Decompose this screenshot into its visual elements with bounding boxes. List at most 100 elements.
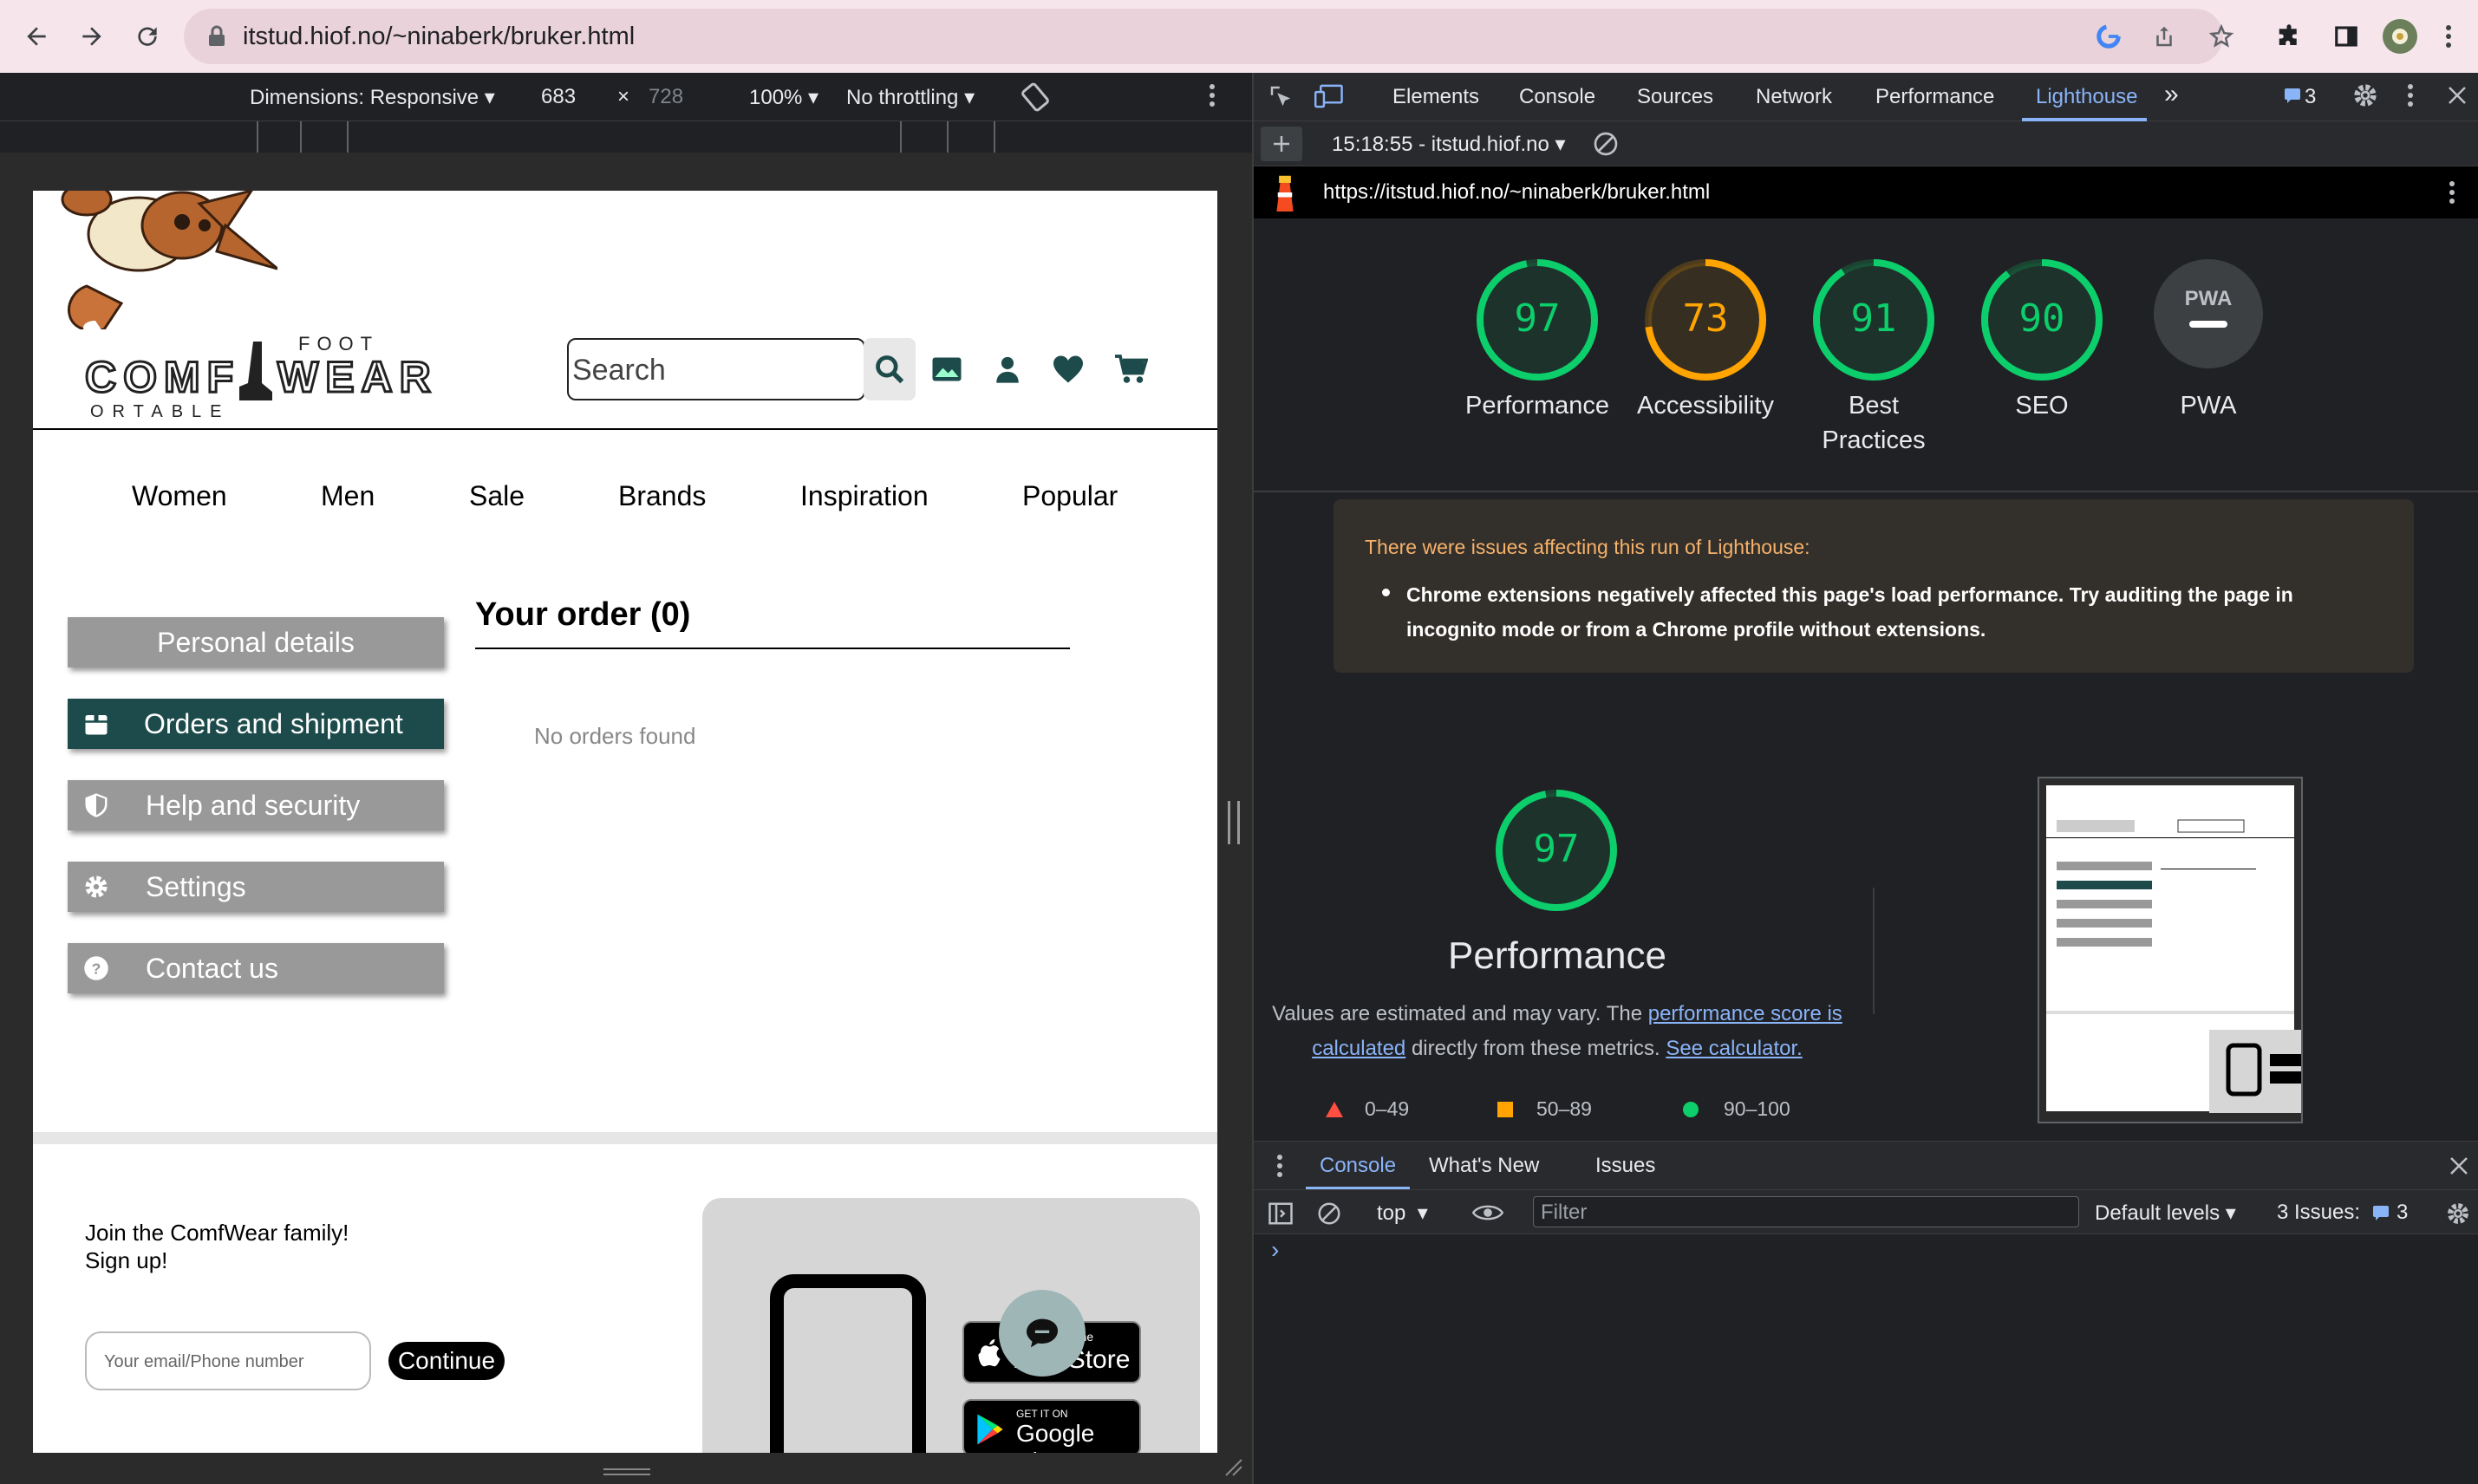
tab-lighthouse[interactable]: Lighthouse xyxy=(2036,85,2137,109)
reload-icon[interactable] xyxy=(127,16,168,57)
comfwear-logo: FOOT COMF WEAR ORTABLE xyxy=(83,326,484,439)
search-input[interactable]: Search xyxy=(567,338,865,400)
score-gauge-pwa[interactable]: PWA xyxy=(2143,255,2273,385)
heart-icon[interactable] xyxy=(1049,350,1087,388)
join-line-1: Join the ComfWear family! xyxy=(85,1220,349,1246)
console-prompt[interactable]: › xyxy=(1271,1236,1279,1264)
tab-performance[interactable]: Performance xyxy=(1875,85,1994,109)
sidebar-orders-shipment[interactable]: Orders and shipment xyxy=(68,699,444,749)
logo-ortable: ORTABLE xyxy=(90,402,231,421)
tab-elements[interactable]: Elements xyxy=(1392,85,1479,109)
gallery-icon[interactable] xyxy=(928,350,966,388)
throttling-select[interactable]: No throttling ▾ xyxy=(846,85,975,110)
see-calculator-link[interactable]: See calculator. xyxy=(1666,1037,1802,1060)
email-input[interactable]: Your email/Phone number xyxy=(85,1331,371,1390)
device-more-icon[interactable] xyxy=(1209,83,1216,107)
settings-icon[interactable] xyxy=(2351,81,2379,109)
share-icon[interactable] xyxy=(2143,16,2185,57)
bookmark-star-icon[interactable] xyxy=(2201,16,2242,57)
sidebar-contact-us[interactable]: ? Contact us xyxy=(68,943,444,993)
shield-icon xyxy=(85,793,108,817)
score-gauge-best-practices[interactable]: 91 xyxy=(1809,255,1939,385)
clear-reports-icon[interactable] xyxy=(1592,130,1620,158)
tab-network[interactable]: Network xyxy=(1756,85,1832,109)
width-input[interactable]: 683 xyxy=(541,85,576,109)
cart-icon[interactable] xyxy=(1112,350,1150,388)
site-info-icon[interactable] xyxy=(206,25,227,48)
sidebar-item-label: Help and security xyxy=(146,789,361,821)
sidebar-help-security[interactable]: Help and security xyxy=(68,780,444,830)
issues-counter-label[interactable]: 3 Issues: xyxy=(2277,1201,2360,1225)
forward-icon[interactable] xyxy=(71,16,113,57)
zoom-select[interactable]: 100% ▾ xyxy=(749,85,818,110)
nav-popular[interactable]: Popular xyxy=(1022,480,1118,512)
tab-sources[interactable]: Sources xyxy=(1637,85,1713,109)
rotate-icon[interactable] xyxy=(1020,81,1051,113)
report-url: https://itstud.hiof.no/~ninaberk/bruker.… xyxy=(1323,180,1711,204)
corner-resize-icon[interactable] xyxy=(1223,1456,1243,1477)
sidebar-toggle-icon[interactable] xyxy=(1268,1201,1294,1227)
log-levels-select[interactable]: Default levels ▾ xyxy=(2095,1201,2236,1226)
more-tabs-button[interactable]: » xyxy=(2164,80,2179,109)
report-menu-icon[interactable] xyxy=(2449,180,2455,205)
nav-sale[interactable]: Sale xyxy=(469,480,525,512)
svg-text:?: ? xyxy=(92,960,101,977)
phone-illustration xyxy=(770,1274,926,1453)
nav-brands[interactable]: Brands xyxy=(618,480,706,512)
extensions-icon[interactable] xyxy=(2268,16,2310,57)
gauge-performance-main-ring: 97 xyxy=(1496,790,1617,911)
logo-wear: WEAR xyxy=(277,352,438,403)
chat-button[interactable] xyxy=(999,1290,1086,1377)
report-select[interactable]: 15:18:55 - itstud.hiof.no ▾ xyxy=(1332,132,1566,157)
page-screenshot-thumbnail[interactable] xyxy=(2038,777,2303,1123)
drawer-tab-console[interactable]: Console xyxy=(1320,1154,1396,1178)
close-devtools-icon[interactable] xyxy=(2447,85,2468,106)
user-icon[interactable] xyxy=(988,350,1027,388)
devtools-menu-icon[interactable] xyxy=(2407,83,2414,107)
google-play-badge[interactable]: GET IT ON Google Play xyxy=(962,1399,1141,1453)
continue-button[interactable]: Continue xyxy=(388,1342,505,1380)
drawer-tab-whats-new[interactable]: What's New xyxy=(1429,1154,1539,1178)
lighthouse-url-bar: https://itstud.hiof.no/~ninaberk/bruker.… xyxy=(1254,166,2478,218)
browser-toolbar: itstud.hiof.no/~ninaberk/bruker.html xyxy=(0,0,2478,73)
tab-console[interactable]: Console xyxy=(1519,85,1595,109)
nav-men[interactable]: Men xyxy=(321,480,375,512)
nav-inspiration[interactable]: Inspiration xyxy=(800,480,929,512)
menu-icon[interactable] xyxy=(2428,16,2469,57)
live-expression-eye-icon[interactable] xyxy=(1472,1202,1503,1223)
viewport-resize-grip[interactable] xyxy=(1228,801,1240,844)
issues-counter-value[interactable]: 3 xyxy=(2396,1201,2408,1225)
issues-badge-count[interactable]: 3 xyxy=(2305,85,2316,109)
address-bar[interactable]: itstud.hiof.no/~ninaberk/bruker.html xyxy=(184,9,2223,64)
sidebar-settings[interactable]: Settings xyxy=(68,862,444,912)
clear-console-icon[interactable] xyxy=(1316,1201,1342,1227)
score-gauge-seo[interactable]: 90 xyxy=(1977,255,2107,385)
drawer-menu-icon[interactable] xyxy=(1276,1154,1283,1178)
issues-badge-icon[interactable] xyxy=(2284,87,2301,104)
nav-women[interactable]: Women xyxy=(132,480,227,512)
issues-icon[interactable] xyxy=(2372,1204,2390,1221)
bottom-resize-handle-2[interactable] xyxy=(603,1474,650,1475)
console-filter-input[interactable]: Filter xyxy=(1533,1196,2079,1227)
new-report-button[interactable] xyxy=(1261,127,1302,161)
close-drawer-icon[interactable] xyxy=(2449,1155,2469,1176)
score-gauge-performance[interactable]: 97 xyxy=(1472,255,1602,385)
google-icon[interactable] xyxy=(2088,16,2129,57)
context-select[interactable]: top ▾ xyxy=(1377,1201,1428,1226)
sidebar-personal-details[interactable]: Personal details xyxy=(68,617,444,667)
inspect-element-icon[interactable] xyxy=(1268,83,1294,109)
back-icon[interactable] xyxy=(16,16,57,57)
console-settings-icon[interactable] xyxy=(2445,1201,2471,1227)
profile-avatar[interactable] xyxy=(2379,16,2421,57)
bottom-resize-handle[interactable] xyxy=(603,1468,650,1470)
dimensions-select[interactable]: Dimensions: Responsive ▾ xyxy=(250,85,495,110)
score-label-accessibility: Accessibility xyxy=(1637,392,1774,420)
drawer-tab-issues[interactable]: Issues xyxy=(1595,1154,1655,1178)
device-toggle-icon[interactable] xyxy=(1314,83,1344,109)
score-gauge-accessibility[interactable]: 73 xyxy=(1640,255,1770,385)
search-button[interactable] xyxy=(864,338,916,400)
sidepanel-icon[interactable] xyxy=(2325,16,2367,57)
console-output[interactable]: › xyxy=(1254,1234,2478,1484)
height-input[interactable]: 728 xyxy=(649,85,683,109)
chat-bubble-icon xyxy=(1027,1318,1058,1348)
